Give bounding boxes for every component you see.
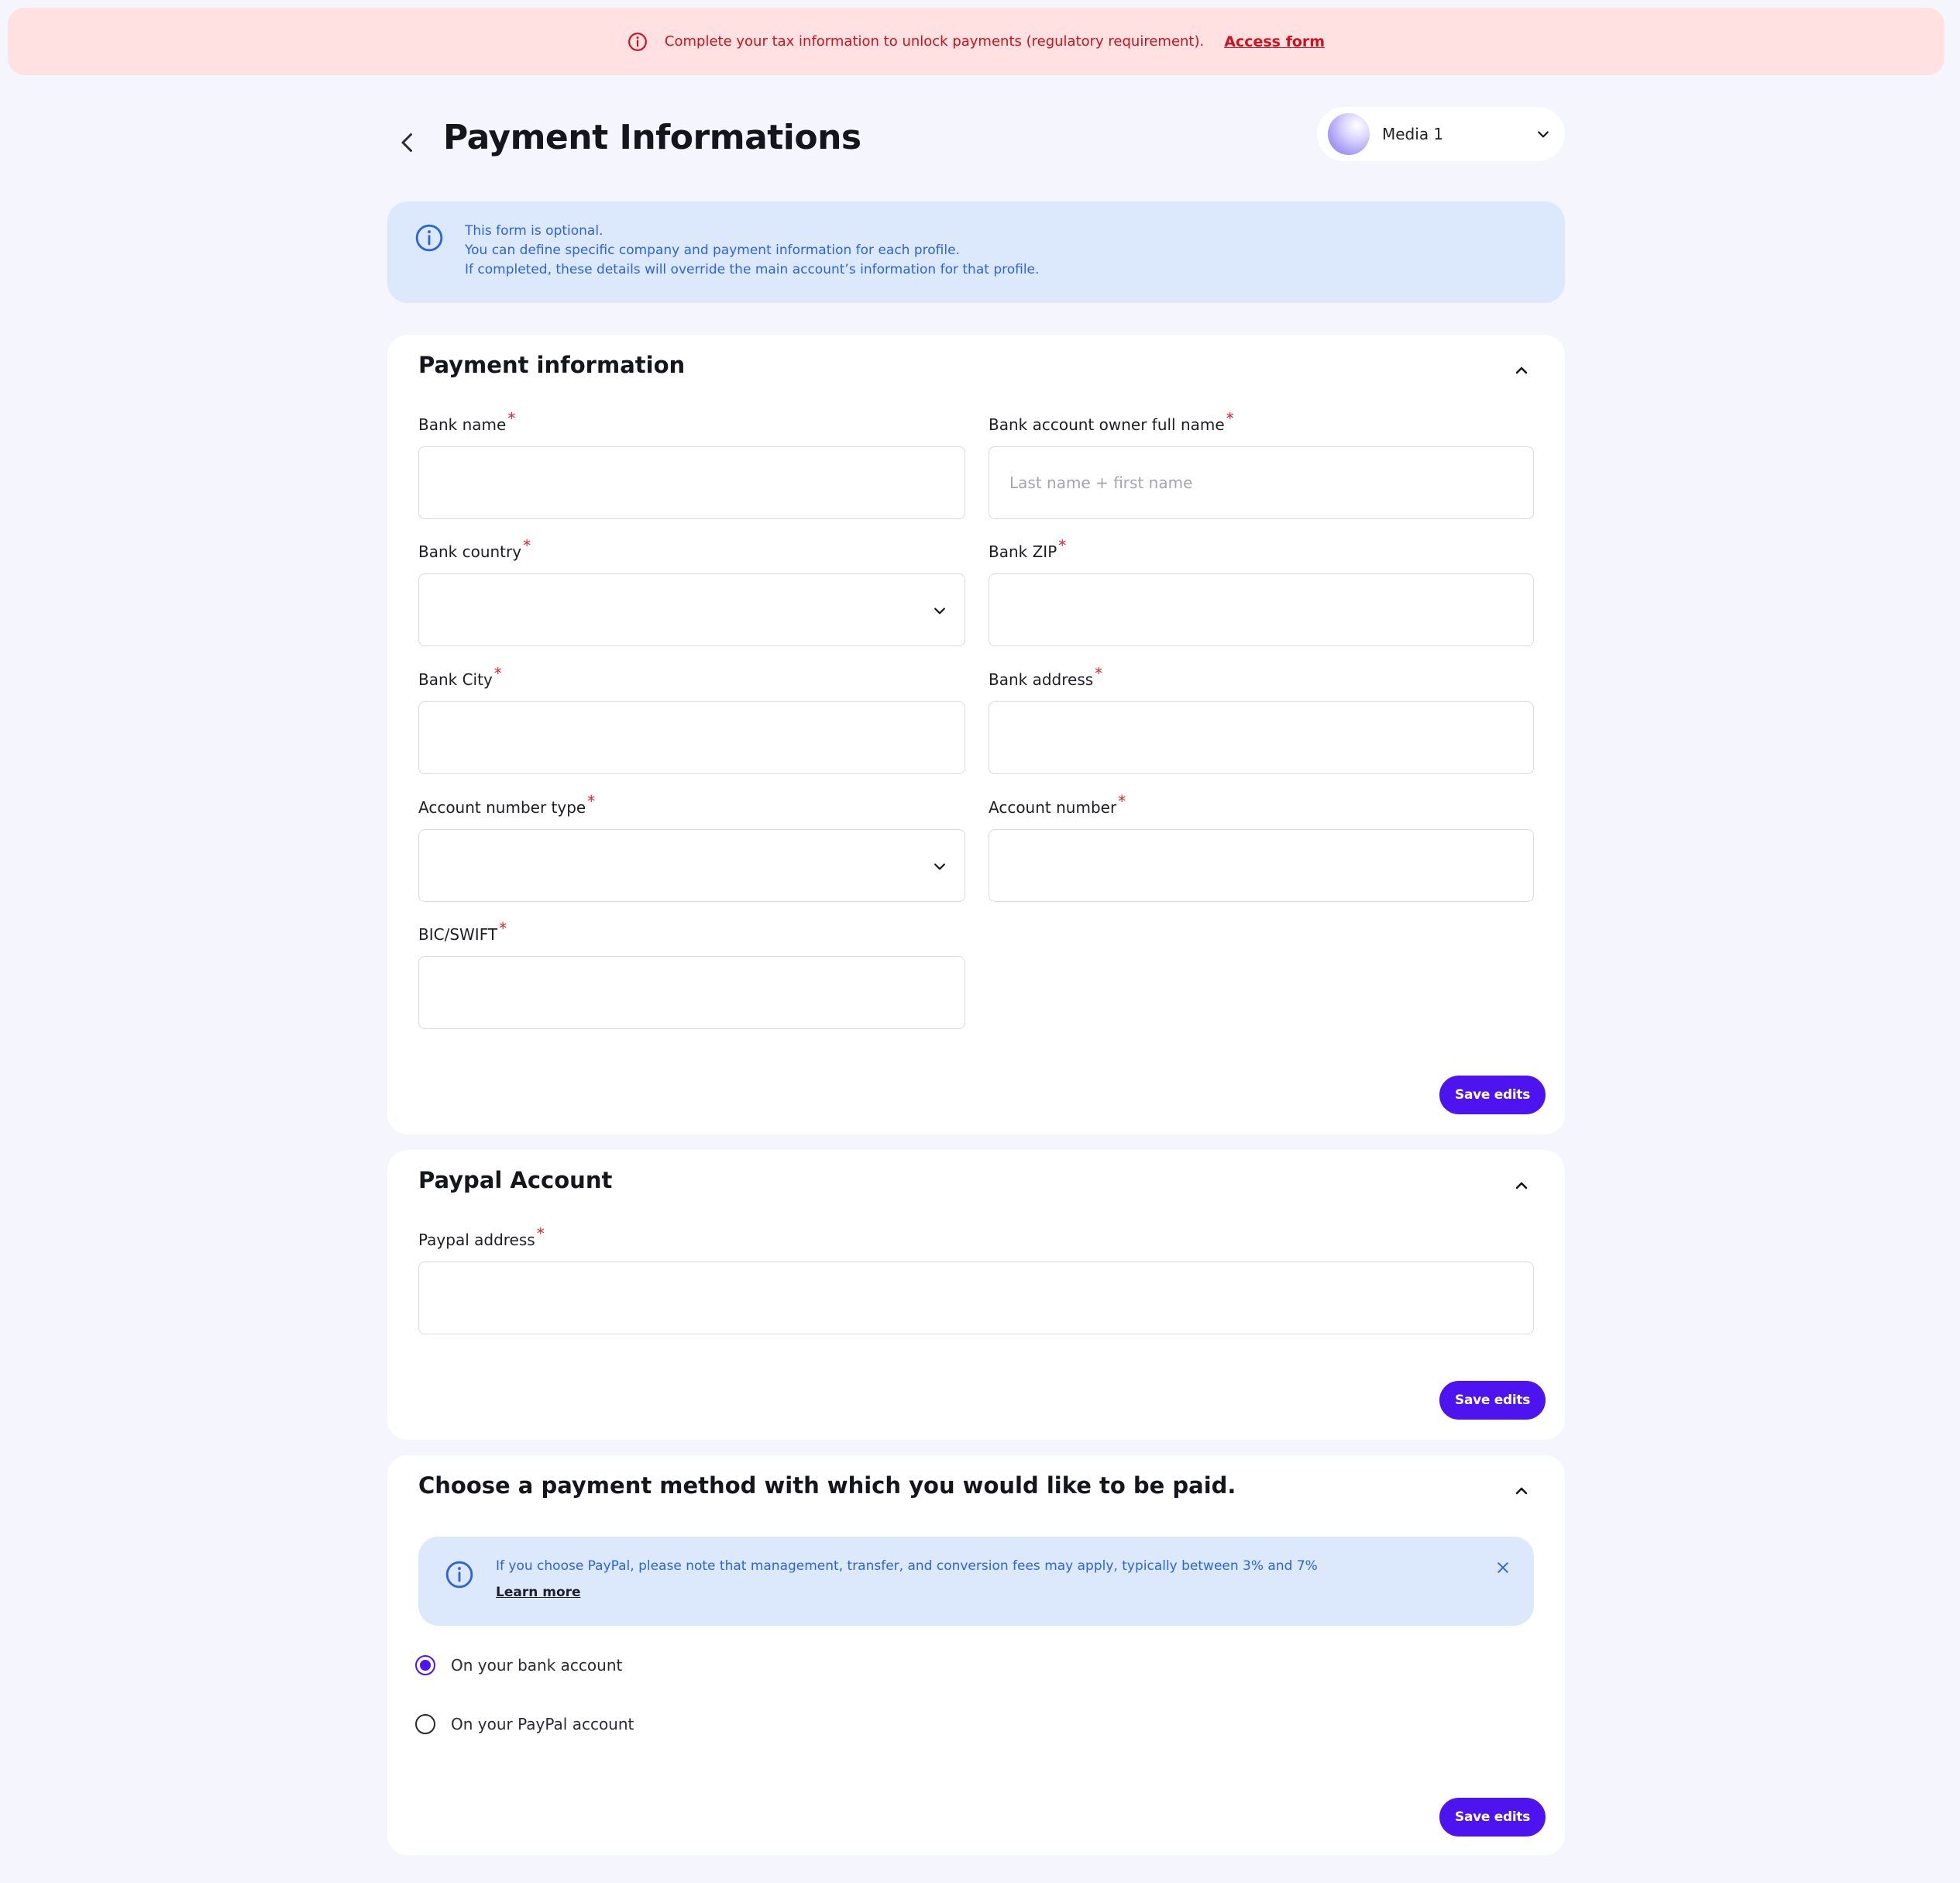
account-type-select[interactable] — [418, 829, 965, 902]
payment-info-title: Payment information — [418, 352, 686, 378]
profile-selector[interactable]: Media 1 — [1317, 107, 1565, 161]
account-number-input[interactable] — [989, 829, 1534, 902]
save-paypal-button[interactable]: Save edits — [1439, 1381, 1546, 1420]
alert-circle-icon — [628, 32, 647, 51]
info-line-1: This form is optional. — [465, 223, 603, 239]
chevron-up-icon[interactable] — [1512, 1176, 1531, 1195]
bic-swift-input[interactable] — [418, 956, 965, 1029]
owner-name-label: Bank account owner full name * — [989, 409, 1234, 434]
bank-name-label: Bank name * — [418, 409, 516, 434]
page-title: Payment Informations — [443, 118, 861, 157]
paypal-account-card: Paypal Account Paypal address * Save edit… — [387, 1150, 1565, 1440]
radio-button-checked[interactable] — [415, 1655, 435, 1675]
learn-more-link[interactable]: Learn more — [496, 1585, 581, 1600]
info-line-3: If completed, these details will overrid… — [465, 262, 1040, 277]
bank-zip-input[interactable] — [989, 573, 1534, 646]
tax-alert-banner: Complete your tax information to unlock … — [8, 8, 1945, 75]
bank-country-select[interactable] — [418, 573, 965, 646]
radio-button[interactable] — [415, 1714, 435, 1734]
access-form-link[interactable]: Access form — [1224, 33, 1325, 50]
radio-paypal-label: On your PayPal account — [451, 1715, 634, 1733]
bank-name-input[interactable] — [418, 446, 965, 519]
fees-note-text: If you choose PayPal, please note that m… — [496, 1558, 1318, 1574]
paypal-fees-note: If you choose PayPal, please note that m… — [418, 1537, 1534, 1626]
account-type-label: Account number type * — [418, 792, 596, 817]
bank-address-label: Bank address * — [989, 664, 1103, 689]
profile-name: Media 1 — [1382, 125, 1444, 143]
close-icon[interactable] — [1495, 1560, 1511, 1575]
payment-method-card: Choose a payment method with which you w… — [387, 1455, 1565, 1855]
bank-city-input[interactable] — [418, 701, 965, 774]
bank-address-input[interactable] — [989, 701, 1534, 774]
info-icon — [445, 1561, 473, 1589]
bank-zip-label: Bank ZIP * — [989, 536, 1067, 561]
chevron-up-icon[interactable] — [1512, 1482, 1531, 1500]
chevron-down-icon — [934, 863, 945, 870]
radio-bank-account[interactable]: On your bank account — [415, 1655, 622, 1675]
avatar — [1328, 113, 1370, 155]
paypal-address-label: Paypal address * — [418, 1224, 545, 1249]
save-payment-button[interactable]: Save edits — [1439, 1076, 1546, 1114]
payment-information-card: Payment information Bank name * Bank acco… — [387, 335, 1565, 1134]
alert-message: Complete your tax information to unlock … — [664, 33, 1205, 50]
paypal-address-input[interactable] — [418, 1262, 1534, 1334]
account-number-label: Account number * — [989, 792, 1126, 817]
chevron-down-icon — [1538, 131, 1549, 138]
bic-swift-label: BIC/SWIFT * — [418, 919, 507, 944]
payment-method-title: Choose a payment method with which you w… — [418, 1472, 1236, 1499]
radio-bank-label: On your bank account — [451, 1656, 623, 1675]
save-method-button[interactable]: Save edits — [1439, 1798, 1546, 1837]
optional-form-info: This form is optional. You can define sp… — [387, 201, 1565, 303]
back-arrow-icon[interactable] — [394, 129, 421, 157]
chevron-up-icon[interactable] — [1512, 361, 1531, 380]
info-line-2: You can define specific company and paym… — [465, 243, 960, 258]
info-icon — [415, 224, 443, 252]
owner-name-input[interactable] — [989, 446, 1534, 519]
bank-country-label: Bank country * — [418, 536, 531, 561]
radio-paypal-account[interactable]: On your PayPal account — [415, 1714, 634, 1734]
bank-city-label: Bank City * — [418, 664, 502, 689]
chevron-down-icon — [934, 608, 945, 614]
paypal-title: Paypal Account — [418, 1167, 613, 1193]
